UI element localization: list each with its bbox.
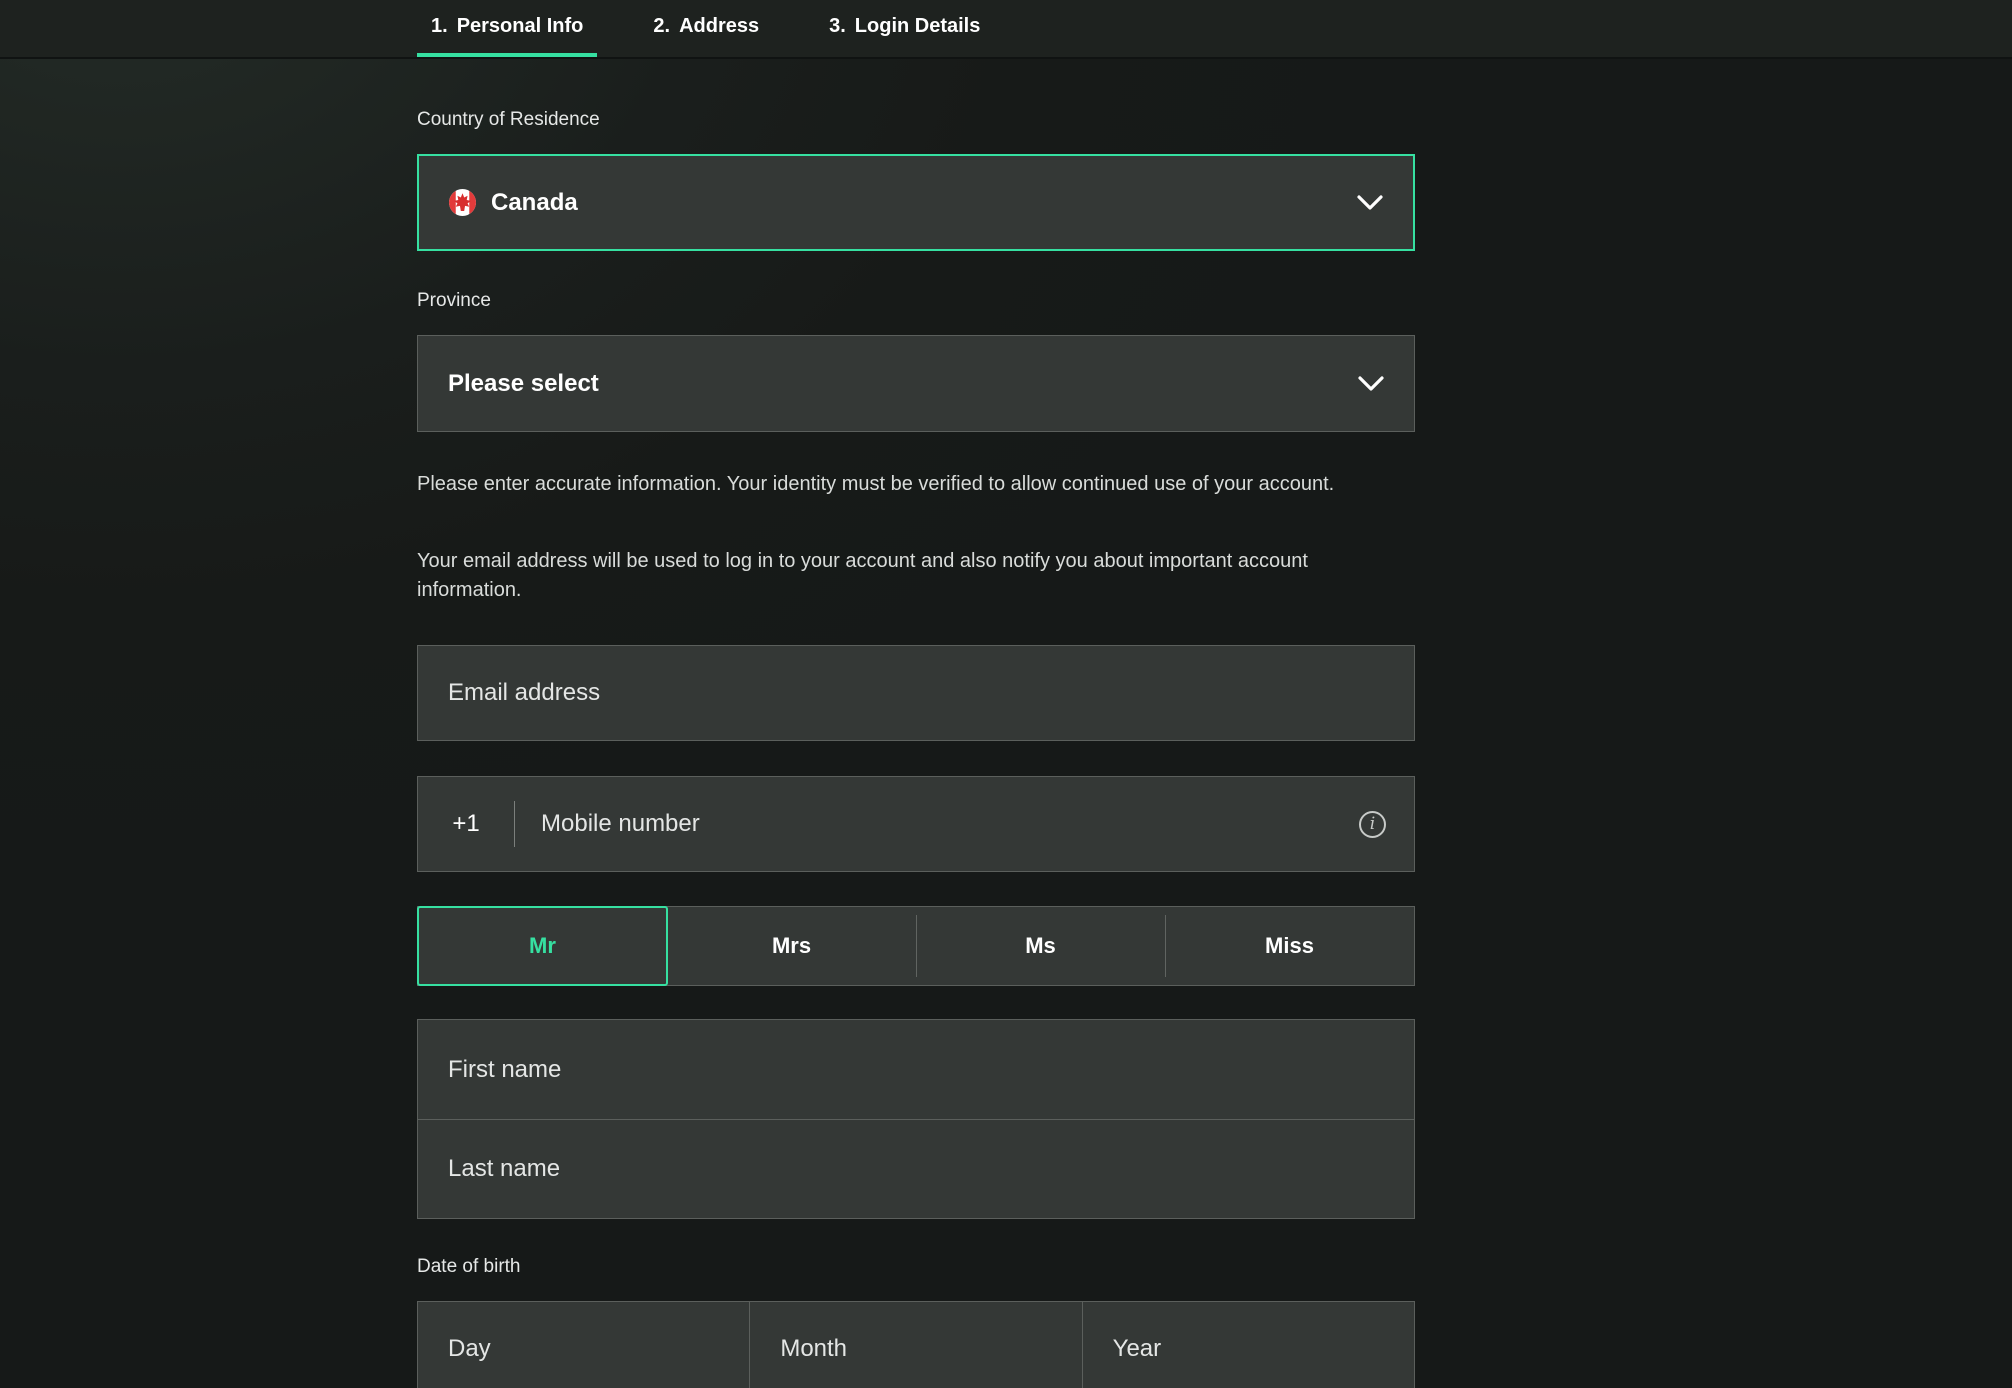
step-label: Address xyxy=(679,15,759,38)
name-fields xyxy=(417,1019,1415,1219)
registration-page: 1. Personal Info 2. Address 3. Login Det… xyxy=(0,0,2012,1388)
chevron-down-icon xyxy=(1357,195,1383,211)
country-value: Canada xyxy=(491,189,578,217)
mobile-field-box: +1 i xyxy=(417,776,1415,872)
dob-day-input[interactable] xyxy=(418,1302,749,1388)
title-option-label: Mrs xyxy=(772,933,811,959)
phone-prefix: +1 xyxy=(418,810,514,838)
step-number: 3. xyxy=(829,15,846,38)
info-icon[interactable]: i xyxy=(1359,811,1386,838)
title-selector: Mr Mrs Ms Miss xyxy=(417,906,1415,986)
email-field-box xyxy=(417,645,1415,741)
canada-flag-icon xyxy=(449,189,476,216)
title-option-mr[interactable]: Mr xyxy=(418,907,667,985)
tab-personal-info[interactable]: 1. Personal Info xyxy=(417,0,597,57)
province-label: Province xyxy=(417,289,1415,313)
mobile-input[interactable] xyxy=(515,777,1359,871)
title-option-ms[interactable]: Ms xyxy=(916,907,1165,985)
dob-label: Date of birth xyxy=(417,1255,1415,1279)
last-name-row xyxy=(418,1119,1414,1218)
tab-address[interactable]: 2. Address xyxy=(639,0,773,57)
personal-info-form: Country of Residence Canada xyxy=(417,108,1415,1388)
first-name-row xyxy=(418,1020,1414,1119)
form-content: Country of Residence Canada xyxy=(0,59,2012,1388)
step-number: 2. xyxy=(653,15,670,38)
last-name-input[interactable] xyxy=(418,1120,1414,1218)
dob-fields xyxy=(417,1301,1415,1388)
steps-bar: 1. Personal Info 2. Address 3. Login Det… xyxy=(0,0,2012,59)
identity-info-text: Please enter accurate information. Your … xyxy=(417,470,1409,499)
chevron-down-icon xyxy=(1358,376,1384,392)
email-info-text: Your email address will be used to log i… xyxy=(417,547,1409,605)
info-icon-glyph: i xyxy=(1370,816,1375,833)
title-option-miss[interactable]: Miss xyxy=(1165,907,1414,985)
title-option-label: Ms xyxy=(1025,933,1056,959)
tab-login-details[interactable]: 3. Login Details xyxy=(815,0,994,57)
step-label: Personal Info xyxy=(457,15,584,38)
first-name-input[interactable] xyxy=(418,1020,1414,1119)
province-value: Please select xyxy=(448,370,599,398)
dob-month-input[interactable] xyxy=(750,1302,1081,1388)
email-input[interactable] xyxy=(418,646,1414,740)
province-select[interactable]: Please select xyxy=(417,335,1415,432)
dob-year-cell xyxy=(1082,1302,1414,1388)
country-select[interactable]: Canada xyxy=(417,154,1415,251)
step-label: Login Details xyxy=(855,15,981,38)
title-option-label: Miss xyxy=(1265,933,1314,959)
title-option-label: Mr xyxy=(529,933,556,959)
country-label: Country of Residence xyxy=(417,108,1415,132)
title-option-mrs[interactable]: Mrs xyxy=(667,907,916,985)
dob-month-cell xyxy=(749,1302,1081,1388)
dob-day-cell xyxy=(418,1302,749,1388)
step-number: 1. xyxy=(431,15,448,38)
dob-year-input[interactable] xyxy=(1083,1302,1414,1388)
